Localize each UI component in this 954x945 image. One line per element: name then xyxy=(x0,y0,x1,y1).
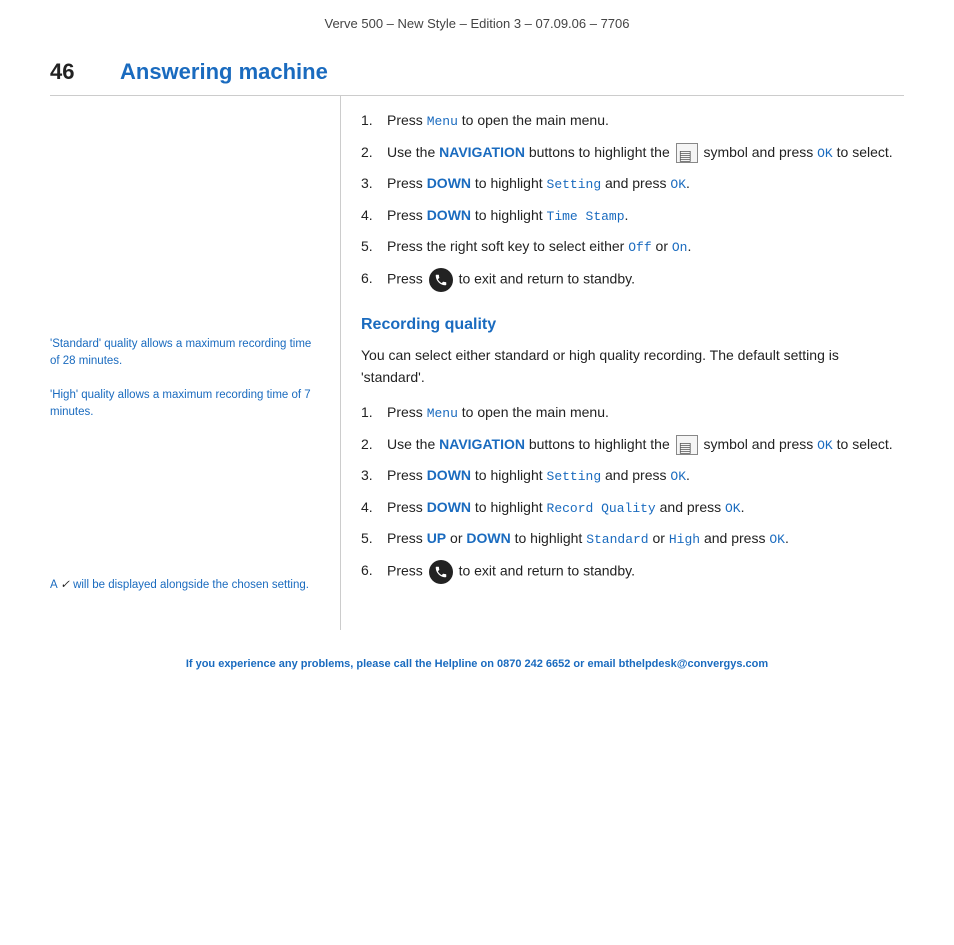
rq-step-1: 1. Press Menu to open the main menu. xyxy=(361,402,904,424)
rq-step-5: 5. Press UP or DOWN to highlight Standar… xyxy=(361,528,904,550)
sidebar-note-high: 'High' quality allows a maximum recordin… xyxy=(50,387,320,422)
step-2: 2. Use the NAVIGATION buttons to highlig… xyxy=(361,142,904,164)
chapter-number: 46 xyxy=(50,59,90,85)
step-3: 3. Press DOWN to highlight Setting and p… xyxy=(361,173,904,195)
end-call-icon xyxy=(429,268,453,292)
recording-quality-title: Recording quality xyxy=(361,316,904,334)
step-4: 4. Press DOWN to highlight Time Stamp. xyxy=(361,205,904,227)
chapter-title: Answering machine xyxy=(120,59,328,85)
recording-quality-intro: You can select either standard or high q… xyxy=(361,344,904,389)
page-footer: If you experience any problems, please c… xyxy=(0,640,954,686)
recording-quality-steps: 1. Press Menu to open the main menu. 2. … xyxy=(361,402,904,584)
sidebar: 'Standard' quality allows a maximum reco… xyxy=(50,96,340,630)
page-header: Verve 500 – New Style – Edition 3 – 07.0… xyxy=(0,0,954,41)
sidebar-spacer-top xyxy=(50,116,320,336)
main-content: 1. Press Menu to open the main menu. 2. … xyxy=(340,96,904,630)
rq-step-6: 6. Press to exit and return to standby. xyxy=(361,560,904,584)
step-5: 5. Press the right soft key to select ei… xyxy=(361,236,904,258)
sidebar-note-standard: 'Standard' quality allows a maximum reco… xyxy=(50,336,320,371)
answ-machine-icon xyxy=(676,143,698,163)
header-title: Verve 500 – New Style – Edition 3 – 07.0… xyxy=(325,16,630,31)
step-1: 1. Press Menu to open the main menu. xyxy=(361,110,904,132)
sidebar-spacer-mid xyxy=(50,437,320,577)
rq-step-4: 4. Press DOWN to highlight Record Qualit… xyxy=(361,497,904,519)
content-area: 'Standard' quality allows a maximum reco… xyxy=(50,96,904,630)
sidebar-note-checkmark: A ✓ will be displayed alongside the chos… xyxy=(50,577,320,594)
footer-text: If you experience any problems, please c… xyxy=(186,658,768,670)
chapter-header: 46 Answering machine xyxy=(50,41,904,95)
rq-step-2: 2. Use the NAVIGATION buttons to highlig… xyxy=(361,434,904,456)
rq-step-3: 3. Press DOWN to highlight Setting and p… xyxy=(361,465,904,487)
end-call-icon-2 xyxy=(429,560,453,584)
answ-machine-icon-2 xyxy=(676,435,698,455)
timestamp-steps: 1. Press Menu to open the main menu. 2. … xyxy=(361,110,904,292)
step-6: 6. Press to exit and return to standby. xyxy=(361,268,904,292)
